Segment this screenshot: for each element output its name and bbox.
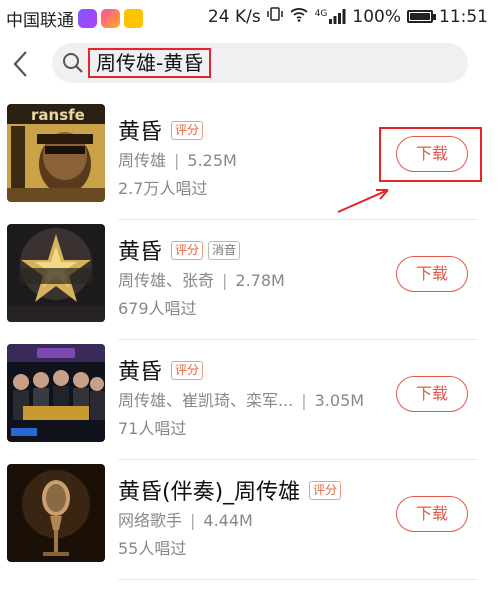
group-show-cover	[7, 344, 105, 442]
song-title-line: 黄昏 评分	[118, 114, 204, 146]
rating-tag: 评分	[171, 120, 204, 140]
artist-name: 周传雄、崔凯琦、栾军...	[118, 391, 294, 410]
separator: |	[174, 151, 180, 170]
battery-fill	[410, 13, 430, 20]
file-size: 2.78M	[235, 271, 285, 290]
mute-tag: 消音	[208, 240, 241, 260]
search-query[interactable]: 周传雄-黄昏	[88, 48, 212, 78]
microphone-cover	[7, 464, 105, 562]
play-count: 679人唱过	[118, 299, 197, 318]
artist-name: 周传雄	[118, 151, 167, 170]
wifi-icon	[289, 6, 309, 27]
song-title-line: 黄昏 评分 消音	[118, 234, 241, 266]
rating-tag: 评分	[171, 360, 204, 380]
song-title: 黄昏(伴奏)_周传雄	[118, 480, 301, 505]
file-size: 3.05M	[314, 391, 365, 410]
status-right: 24 K/s 4G 100% 11:51	[208, 6, 488, 27]
play-count: 55人唱过	[118, 539, 187, 558]
download-button[interactable]: 下载	[396, 496, 468, 532]
signal-icon: 4G	[315, 9, 347, 24]
status-left: 中国联通	[6, 6, 143, 31]
search-header: 周传雄-黄昏	[0, 40, 498, 88]
song-title: 黄昏	[118, 120, 163, 145]
separator: |	[301, 391, 307, 410]
separator: |	[190, 511, 196, 530]
song-row[interactable]: 黄昏 评分 消音 周传雄、张奇 | 2.78M 679人唱过 下载	[0, 220, 498, 340]
pink-app-icon	[101, 9, 120, 28]
song-list: ransfe 黄昏 评分 周传雄 | 5.25M 2.7万人唱过 下载 黄昏 评…	[0, 100, 498, 580]
clock: 11:51	[439, 6, 488, 27]
artist-name: 网络歌手	[118, 511, 183, 530]
play-count: 71人唱过	[118, 419, 187, 438]
status-bar: 中国联通 24 K/s 4G 100% 11:51	[0, 0, 498, 34]
network-speed: 24 K/s	[207, 6, 261, 27]
purple-app-icon	[78, 9, 97, 28]
separator: |	[222, 271, 228, 290]
song-meta: 周传雄、张奇 | 2.78M	[118, 267, 285, 291]
song-title-line: 黄昏 评分	[118, 354, 204, 386]
download-button[interactable]: 下载	[396, 136, 468, 172]
song-meta: 周传雄、崔凯琦、栾军... | 3.05M	[118, 387, 364, 411]
song-title-line: 黄昏(伴奏)_周传雄 评分	[118, 474, 342, 506]
song-row[interactable]: ransfe 黄昏 评分 周传雄 | 5.25M 2.7万人唱过 下载	[0, 100, 498, 220]
song-title: 黄昏	[118, 240, 163, 265]
annotation-arrow	[337, 189, 389, 213]
song-meta: 网络歌手 | 4.44M	[118, 507, 253, 531]
rating-tag: 评分	[309, 480, 342, 500]
song-row[interactable]: 黄昏 评分 周传雄、崔凯琦、栾军... | 3.05M 71人唱过 下载	[0, 340, 498, 460]
vibrate-icon	[266, 6, 283, 27]
search-input[interactable]: 周传雄-黄昏	[52, 43, 468, 83]
row-divider	[118, 579, 478, 580]
play-count: 2.7万人唱过	[118, 179, 208, 198]
file-size: 5.25M	[187, 151, 237, 170]
search-icon	[63, 53, 83, 73]
song-row[interactable]: 黄昏(伴奏)_周传雄 评分 网络歌手 | 4.44M 55人唱过 下载	[0, 460, 498, 580]
yellow-app-icon	[124, 9, 143, 28]
battery-percent: 100%	[352, 6, 401, 27]
download-button[interactable]: 下载	[396, 376, 468, 412]
download-button[interactable]: 下载	[396, 256, 468, 292]
back-button[interactable]	[8, 46, 36, 82]
battery-icon	[407, 10, 436, 23]
rating-tag: 评分	[171, 240, 204, 260]
carrier-label: 中国联通	[6, 11, 74, 31]
chevron-left-icon	[13, 51, 27, 77]
artist-name: 周传雄、张奇	[118, 271, 215, 290]
transfer-album-cover: ransfe	[7, 104, 105, 202]
song-title: 黄昏	[118, 360, 163, 385]
network-type: 4G	[314, 9, 328, 19]
file-size: 4.44M	[203, 511, 253, 530]
song-meta: 周传雄 | 5.25M	[118, 147, 237, 171]
svg-text:ransfe: ransfe	[31, 106, 85, 124]
star-show-cover	[7, 224, 105, 322]
